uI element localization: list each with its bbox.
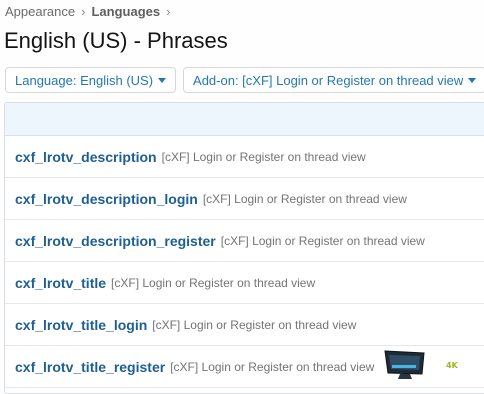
phrase-addon-label: [cXF] Login or Register on thread view — [161, 149, 366, 164]
phrase-addon-label: [cXF] Login or Register on thread view — [152, 317, 357, 332]
phrase-addon-label: [cXF] Login or Register on thread view — [220, 233, 425, 248]
phrase-list-header — [5, 103, 484, 136]
breadcrumb-item-appearance[interactable]: Appearance — [5, 4, 75, 19]
phrase-addon-label: [cXF] Login or Register on thread view — [170, 359, 375, 374]
monitor-icon — [384, 350, 425, 379]
language-filter-button[interactable]: Language: English (US) — [5, 67, 177, 93]
list-item[interactable]: cxf_lrotv_title [cXF] Login or Register … — [5, 262, 484, 304]
list-item[interactable]: cxf_lrotv_description_register [cXF] Log… — [5, 220, 484, 262]
phrase-name-link[interactable]: cxf_lrotv_title_login — [15, 317, 147, 333]
phrase-name-link[interactable]: cxf_lrotv_title_register — [15, 359, 165, 375]
caret-down-icon — [468, 77, 477, 83]
phrase-addon-label: [cXF] Login or Register on thread view — [202, 191, 407, 206]
list-item[interactable]: cxf_lrotv_title_login [cXF] Login or Reg… — [5, 304, 484, 346]
list-item[interactable]: cxf_lrotv_description [cXF] Login or Reg… — [5, 136, 484, 178]
chevron-right-icon: › — [81, 3, 86, 19]
page-title: English (US) - Phrases — [4, 28, 228, 53]
phrase-name-link[interactable]: cxf_lrotv_description_login — [15, 191, 198, 207]
language-filter-label: Language: English (US) — [15, 72, 154, 88]
phrase-name-link[interactable]: cxf_lrotv_description — [15, 149, 157, 165]
breadcrumb-item-languages[interactable]: Languages — [91, 4, 160, 19]
resolution-badge: 4K — [446, 361, 458, 370]
filter-bar: Language: English (US) Add-on: [cXF] Log… — [5, 67, 484, 93]
addon-filter-label: Add-on: [cXF] Login or Register on threa… — [193, 72, 464, 88]
phrase-name-link[interactable]: cxf_lrotv_description_register — [15, 233, 216, 249]
chevron-right-icon: › — [166, 3, 171, 19]
phrase-addon-label: [cXF] Login or Register on thread view — [111, 275, 316, 290]
breadcrumb: Appearance › Languages › — [5, 2, 176, 20]
addon-filter-button[interactable]: Add-on: [cXF] Login or Register on threa… — [183, 67, 484, 93]
caret-down-icon — [158, 77, 167, 83]
phrase-name-link[interactable]: cxf_lrotv_title — [15, 275, 106, 291]
list-item[interactable]: cxf_lrotv_description_login [cXF] Login … — [5, 178, 484, 220]
